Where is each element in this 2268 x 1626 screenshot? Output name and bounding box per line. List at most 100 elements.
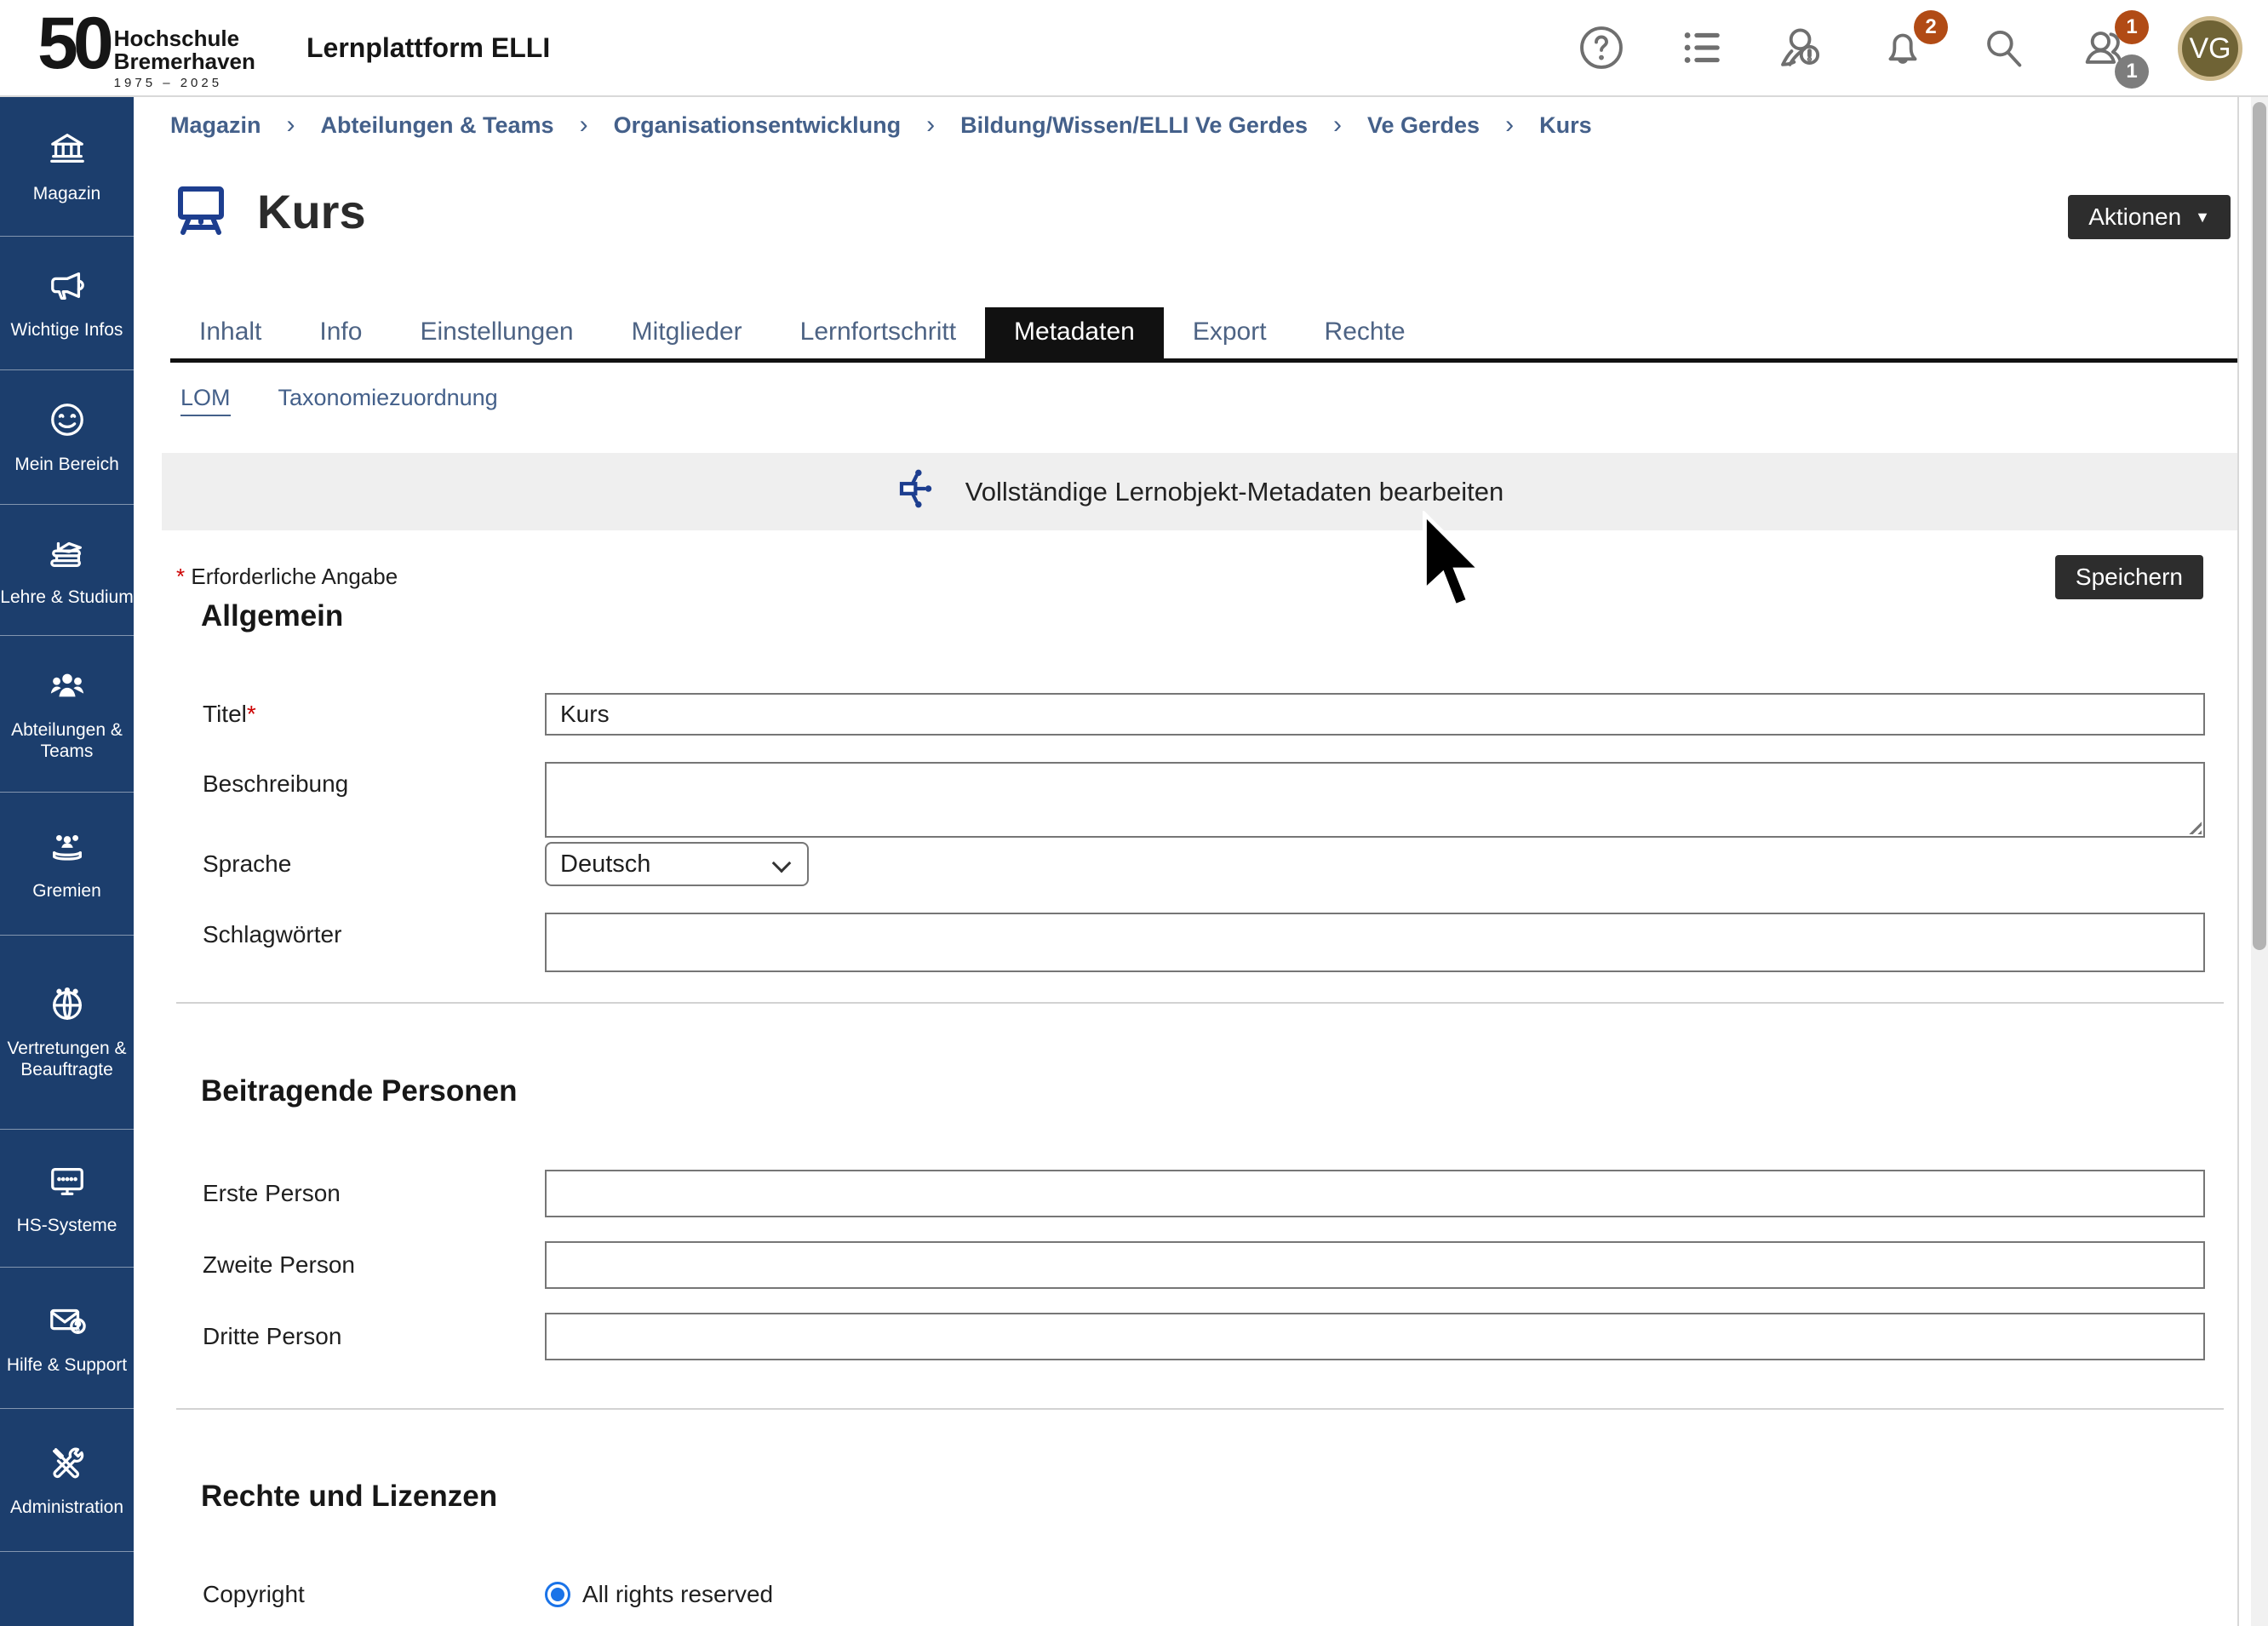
copyright-option-label: All rights reserved (582, 1581, 773, 1608)
tab-inhalt[interactable]: Inhalt (170, 307, 290, 358)
sprache-select[interactable]: Deutsch (545, 842, 809, 886)
tab-bar: Inhalt Info Einstellungen Mitglieder Ler… (170, 309, 2237, 363)
chevron-right-icon: › (580, 111, 588, 140)
sidebar-item-hs-systeme[interactable]: HS-Systeme (0, 1130, 134, 1268)
committee-icon (48, 827, 87, 870)
sidebar-item-label: Administration (10, 1497, 123, 1518)
breadcrumb-organisationsentwicklung[interactable]: Organisationsentwicklung (614, 112, 902, 139)
tab-einstellungen[interactable]: Einstellungen (391, 307, 602, 358)
bullet-list-icon (1677, 23, 1727, 75)
sidebar-item-hilfe-support[interactable]: Hilfe & Support (0, 1268, 134, 1409)
sidebar-item-label: Abteilungen & Teams (3, 719, 131, 762)
section-heading-allgemein: Allgemein (201, 599, 343, 633)
tab-mitglieder[interactable]: Mitglieder (603, 307, 771, 358)
breadcrumb-magazin[interactable]: Magazin (170, 112, 261, 139)
contacts-badge-top: 1 (2115, 10, 2149, 44)
erste-person-input[interactable] (545, 1170, 2205, 1217)
sprache-label: Sprache (162, 842, 545, 886)
edit-full-metadata-banner[interactable]: Vollständige Lernobjekt-Metadaten bearbe… (162, 453, 2237, 530)
page-title: Kurs (257, 184, 366, 239)
sidebar-item-wichtige-infos[interactable]: Wichtige Infos (0, 237, 134, 370)
globe-people-icon (48, 984, 87, 1028)
copyright-label: Copyright (162, 1575, 545, 1614)
sidebar-item-label: Wichtige Infos (11, 319, 123, 341)
dritte-person-input[interactable] (545, 1313, 2205, 1360)
user-status-button[interactable]: 0 (1776, 22, 1829, 75)
form-row-dritte-person: Dritte Person (162, 1313, 2214, 1360)
subtab-taxonomiezuordnung[interactable]: Taxonomiezuordnung (278, 385, 498, 416)
sidebar-item-label: Lehre & Studium (0, 587, 133, 608)
app-title: Lernplattform ELLI (306, 32, 550, 64)
breadcrumb-abteilungen[interactable]: Abteilungen & Teams (321, 112, 554, 139)
beschreibung-label: Beschreibung (162, 762, 545, 838)
scrollbar-thumb[interactable] (2253, 102, 2266, 950)
notifications-badge: 2 (1914, 10, 1948, 44)
logo-line1: Hochschule (114, 27, 255, 50)
section-heading-rechte: Rechte und Lizenzen (201, 1480, 497, 1514)
smiley-icon (48, 400, 87, 444)
required-hint: * Erforderliche Angabe (176, 564, 398, 590)
sidebar: Magazin Wichtige Infos Mein Bereich Lehr… (0, 97, 134, 1626)
chevron-right-icon: › (1333, 111, 1342, 140)
vertical-scrollbar[interactable] (2251, 97, 2268, 1626)
tab-info[interactable]: Info (290, 307, 391, 358)
form-row-titel: Titel* (162, 693, 2214, 736)
beschreibung-textarea[interactable] (545, 762, 2205, 838)
bank-icon (48, 129, 87, 173)
sidebar-item-lehre-studium[interactable]: Lehre & Studium (0, 505, 134, 636)
form-row-sprache: Sprache Deutsch (162, 842, 2214, 886)
dritte-person-label: Dritte Person (162, 1313, 545, 1360)
logo-line2: Bremerhaven (114, 50, 255, 73)
sidebar-item-label: Magazin (33, 183, 100, 204)
help-icon (1577, 23, 1626, 75)
sidebar-item-gremien[interactable]: Gremien (0, 793, 134, 936)
logo-years: 1975 – 2025 (114, 76, 255, 90)
save-button[interactable]: Speichern (2055, 555, 2203, 599)
sprache-selected-value: Deutsch (560, 850, 650, 879)
sidebar-item-vertretungen[interactable]: Vertretungen & Beauftragte (0, 936, 134, 1130)
chevron-right-icon: › (926, 111, 935, 140)
form-row-erste-person: Erste Person (162, 1170, 2214, 1217)
tab-metadaten[interactable]: Metadaten (985, 307, 1164, 358)
list-button[interactable] (1675, 22, 1728, 75)
megaphone-icon (48, 266, 87, 309)
tab-rechte[interactable]: Rechte (1296, 307, 1435, 358)
breadcrumb-kurs[interactable]: Kurs (1539, 112, 1592, 139)
team-icon (48, 666, 87, 709)
required-asterisk: * (247, 701, 256, 728)
user-avatar[interactable]: VG (2178, 16, 2242, 81)
tools-icon (48, 1443, 87, 1486)
section-divider (176, 1002, 2224, 1004)
copyright-radio-all-rights[interactable] (545, 1582, 570, 1607)
search-button[interactable] (1977, 22, 2030, 75)
zweite-person-label: Zweite Person (162, 1241, 545, 1289)
schlagwoerter-input[interactable] (545, 913, 2205, 972)
actions-button[interactable]: Aktionen (2068, 195, 2231, 239)
zweite-person-input[interactable] (545, 1241, 2205, 1289)
sidebar-item-label: Vertretungen & Beauftragte (3, 1038, 131, 1080)
sidebar-filler (0, 1552, 134, 1626)
user-alert-icon (1778, 23, 1827, 75)
sidebar-item-label: Gremien (32, 880, 101, 902)
contacts-button[interactable]: 1 1 (2077, 22, 2130, 75)
section-divider (176, 1408, 2224, 1410)
subtab-lom[interactable]: LOM (180, 385, 231, 416)
breadcrumb-ve-gerdes[interactable]: Ve Gerdes (1367, 112, 1480, 139)
tab-lernfortschritt[interactable]: Lernfortschritt (771, 307, 985, 358)
books-icon (48, 533, 87, 576)
help-button[interactable] (1575, 22, 1628, 75)
banner-label: Vollständige Lernobjekt-Metadaten bearbe… (965, 477, 1504, 507)
notifications-button[interactable]: 2 (1876, 22, 1929, 75)
tab-export[interactable]: Export (1164, 307, 1296, 358)
course-easel-icon (170, 179, 232, 244)
sidebar-item-mein-bereich[interactable]: Mein Bereich (0, 370, 134, 505)
sidebar-item-administration[interactable]: Administration (0, 1409, 134, 1552)
sidebar-item-magazin[interactable]: Magazin (0, 97, 134, 237)
breadcrumb-bildung-wissen[interactable]: Bildung/Wissen/ELLI Ve Gerdes (960, 112, 1308, 139)
form-row-schlagwoerter: Schlagwörter (162, 913, 2214, 972)
sidebar-item-abteilungen-teams[interactable]: Abteilungen & Teams (0, 636, 134, 793)
contacts-badge-bottom: 1 (2115, 54, 2149, 89)
form-row-beschreibung: Beschreibung (162, 762, 2214, 835)
metadata-hub-icon (896, 465, 943, 519)
titel-input[interactable] (545, 693, 2205, 736)
